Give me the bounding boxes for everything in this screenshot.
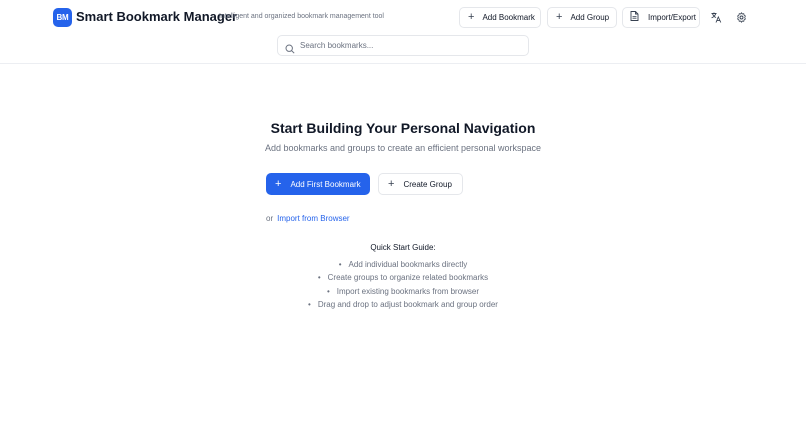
add-group-button[interactable]: + Add Group (547, 7, 617, 28)
bullet-icon: • (326, 286, 330, 296)
import-export-button[interactable]: Import/Export (622, 7, 700, 28)
plus-icon: + (275, 177, 282, 190)
guide-item-text: Import existing bookmarks from browser (336, 286, 480, 296)
bullet-icon: • (317, 273, 321, 283)
guide-item-text: Add individual bookmarks directly (348, 260, 468, 269)
add-group-label: Add Group (570, 13, 610, 22)
app-header: BM Smart Bookmark Manager Intelligent an… (0, 0, 806, 64)
search-icon (285, 41, 295, 54)
guide-item-text: Create groups to organize related bookma… (327, 273, 489, 283)
add-bookmark-label: Add Bookmark (482, 13, 535, 22)
create-group-button[interactable]: + Create Group (378, 173, 463, 195)
search-input[interactable] (300, 38, 522, 53)
list-item: • Create groups to organize related bookm… (0, 272, 806, 285)
or-text: or (266, 214, 274, 223)
import-from-browser-link[interactable]: Import from Browser (277, 214, 349, 223)
search-bar (277, 35, 529, 56)
app-subtitle: Intelligent and organized bookmark manag… (219, 13, 384, 20)
list-item: • Import existing bookmarks from browser (0, 286, 806, 299)
quick-start-guide-title: Quick Start Guide: (370, 243, 436, 252)
list-item: • Drag and drop to adjust bookmark and gr… (0, 299, 806, 312)
empty-state-subtitle: Add bookmarks and groups to create an ef… (265, 143, 541, 153)
plus-icon: + (556, 11, 563, 23)
bullet-icon: • (308, 299, 311, 309)
gear-icon[interactable] (733, 9, 749, 25)
quick-start-guide-list: • Add individual bookmarks directly • Crea… (0, 259, 806, 312)
empty-state-title: Start Building Your Personal Navigation (270, 120, 536, 136)
translate-icon[interactable] (708, 9, 724, 25)
import-export-label: Import/Export (648, 13, 697, 22)
import-row: or Import from Browser (266, 214, 350, 223)
document-icon (630, 11, 639, 24)
add-bookmark-button[interactable]: + Add Bookmark (459, 7, 541, 28)
guide-item-text: Drag and drop to adjust bookmark and gro… (317, 299, 498, 309)
app-logo: BM (53, 8, 72, 27)
plus-icon: + (468, 11, 475, 23)
list-item: • Add individual bookmarks directly (0, 259, 806, 272)
bullet-icon: • (338, 260, 342, 269)
add-first-bookmark-button[interactable]: + Add First Bookmark (266, 173, 370, 195)
plus-icon: + (388, 177, 395, 190)
app-title: Smart Bookmark Manager (76, 9, 238, 24)
create-group-label: Create Group (403, 179, 452, 189)
add-first-bookmark-label: Add First Bookmark (290, 179, 361, 189)
